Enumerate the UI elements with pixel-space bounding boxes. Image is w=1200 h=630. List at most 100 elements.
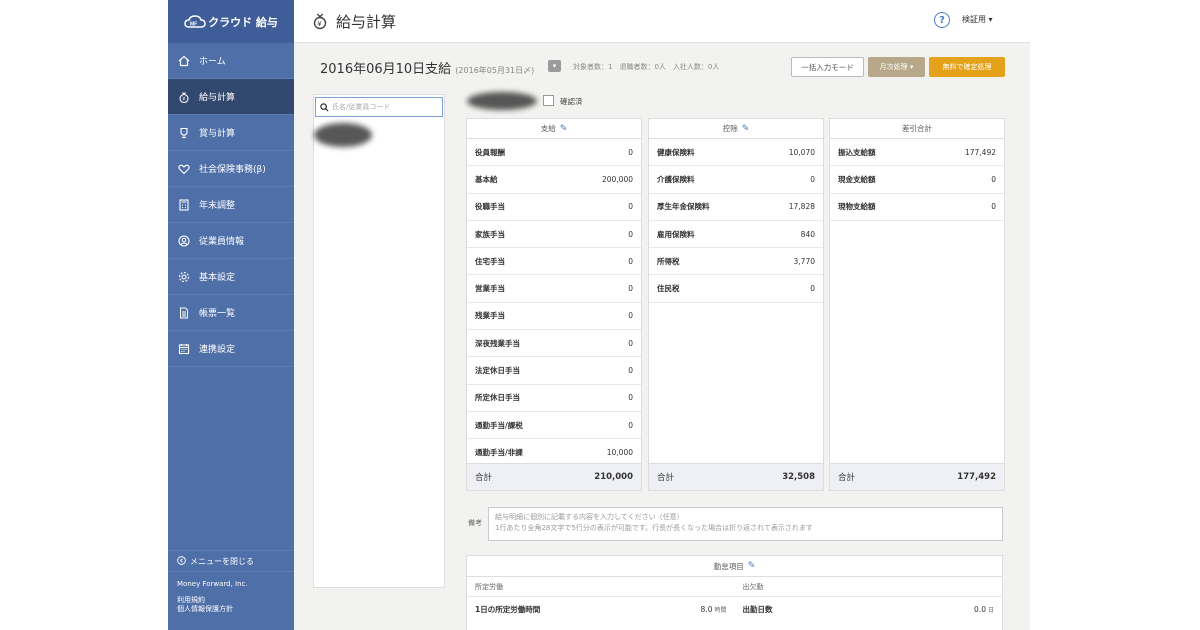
total-label: 合計 xyxy=(657,473,675,483)
table-row[interactable]: 基本給 200,000 xyxy=(467,166,641,194)
svg-text:¥: ¥ xyxy=(182,96,185,102)
confirmed-checkbox[interactable] xyxy=(543,95,554,106)
table-row[interactable]: 家族手当 0 xyxy=(467,221,641,249)
sidebar-item-social-insurance[interactable]: 社会保険事務(β) xyxy=(168,151,294,187)
net-total-table: 差引合計 振込支給額 177,492 現金支給額 0 現物支給額 0 合計 177,4… xyxy=(829,118,1005,491)
row-label: 1日の所定労働時間 xyxy=(475,604,541,614)
row-label: 残業手当 xyxy=(475,311,505,321)
deductions-header: 控除 ✎ xyxy=(649,119,823,139)
logo-text: クラウド 給与 xyxy=(208,15,278,29)
row-label: 現金支給額 xyxy=(838,174,876,184)
table-row[interactable]: 残業手当 0 xyxy=(467,303,641,331)
attendance-cell[interactable]: 出勤日数 0.0 日 xyxy=(735,597,1003,621)
payments-header: 支給 ✎ xyxy=(467,119,641,139)
employee-search-input[interactable]: 氏名/従業員コード xyxy=(315,97,443,117)
row-label: 振込支給額 xyxy=(838,147,876,157)
row-value: 0 xyxy=(628,393,633,403)
row-value: 10,070 xyxy=(788,147,815,157)
terms-link[interactable]: 利用規約 xyxy=(177,596,285,605)
table-row[interactable]: 介護保険料 0 xyxy=(649,166,823,194)
sidebar-item-payroll[interactable]: ¥ 給与計算 xyxy=(168,79,294,115)
deductions-table: 控除 ✎ 健康保険料 10,070 介護保険料 0 厚生年金保険料 17,828 雇用… xyxy=(648,118,824,491)
person-icon xyxy=(177,234,191,248)
app-logo[interactable]: MF クラウド 給与 xyxy=(168,0,294,43)
confirmed-label: 確認済 xyxy=(560,97,583,106)
trophy-icon xyxy=(177,126,191,140)
pencil-icon[interactable]: ✎ xyxy=(742,124,750,134)
period-dropdown-button[interactable]: ▾ xyxy=(548,60,561,72)
pencil-icon[interactable]: ✎ xyxy=(560,124,568,134)
row-value: 0 xyxy=(628,420,633,430)
net-total-row: 合計 177,492 xyxy=(830,463,1004,490)
total-label: 合計 xyxy=(475,473,493,483)
sidebar-item-reports[interactable]: 帳票一覧 xyxy=(168,295,294,331)
sidebar-item-home[interactable]: ホーム xyxy=(168,43,294,79)
table-row[interactable]: 通勤手当/課税 0 xyxy=(467,412,641,440)
privacy-link[interactable]: 個人情報保護方針 xyxy=(177,605,285,614)
confirm-process-button[interactable]: 無料で確定処理 xyxy=(929,57,1005,77)
table-row[interactable]: 住民税 0 xyxy=(649,275,823,303)
pencil-icon[interactable]: ✎ xyxy=(748,561,756,571)
remarks-textarea[interactable]: 給与明細に個別に記載する内容を入力してください（任意） 1行あたり全角28文字で… xyxy=(488,507,1003,541)
row-label: 通勤手当/課税 xyxy=(475,420,523,430)
payments-title: 支給 xyxy=(540,124,556,133)
table-row[interactable]: 健康保険料 10,070 xyxy=(649,139,823,167)
payday-title: 2016年06月10日支給 (2016年05月31日〆) xyxy=(320,58,534,77)
monthly-process-dropdown[interactable]: 月次処理 ▾ xyxy=(868,57,925,77)
deductions-title: 控除 xyxy=(722,124,738,133)
search-icon xyxy=(320,102,329,112)
employee-list-item-redacted[interactable] xyxy=(314,123,372,147)
row-value: 10,000 xyxy=(606,447,633,457)
attendance-subheader: 所定労働 出欠勤 xyxy=(467,577,1002,597)
table-row[interactable]: 役職手当 0 xyxy=(467,194,641,221)
user-menu[interactable]: 検証用 ▾ xyxy=(962,14,993,25)
payments-table: 支給 ✎ 役員報酬 0 基本給 200,000 役職手当 0 家族手当 0 住宅手当 0 … xyxy=(466,118,642,491)
row-value: 0 xyxy=(810,174,815,184)
table-row: 振込支給額 177,492 xyxy=(830,139,1004,167)
close-menu-button[interactable]: メニューを閉じる xyxy=(168,550,294,572)
row-label: 深夜残業手当 xyxy=(475,338,520,348)
row-value: 0 xyxy=(628,311,633,321)
table-row[interactable]: 深夜残業手当 0 xyxy=(467,330,641,358)
sidebar-item-year-end[interactable]: 年末調整 xyxy=(168,187,294,223)
sidebar-item-bonus[interactable]: 賞与計算 xyxy=(168,115,294,151)
total-value: 32,508 xyxy=(782,472,815,482)
row-value: 0 xyxy=(628,338,633,348)
remarks-placeholder-line2: 1行あたり全角28文字で5行分の表示が可能です。行長が長くなった場合は折り返され… xyxy=(495,524,813,532)
sidebar-item-settings[interactable]: 基本設定 xyxy=(168,259,294,295)
table-row[interactable]: 雇用保険料 840 xyxy=(649,221,823,249)
row-label: 健康保険料 xyxy=(657,147,695,157)
sidebar-item-label: 従業員情報 xyxy=(199,237,245,247)
row-value: 0 xyxy=(628,202,633,212)
heart-icon xyxy=(177,162,191,176)
sidebar-item-label: 年末調整 xyxy=(199,201,236,211)
table-row[interactable]: 所得税 3,770 xyxy=(649,248,823,276)
close-menu-label: メニューを閉じる xyxy=(190,556,254,566)
row-label: 所定休日手当 xyxy=(475,393,520,403)
table-row[interactable]: 法定休日手当 0 xyxy=(467,357,641,385)
money-bag-icon: ¥ xyxy=(312,12,328,30)
help-icon[interactable]: ? xyxy=(934,12,950,28)
sidebar-item-label: 給与計算 xyxy=(199,93,236,103)
attendance-table: 勤怠項目 ✎ 所定労働 出欠勤 1日の所定労働時間 8.0 時間 出勤日数 0.0… xyxy=(466,555,1003,630)
row-value: 0 xyxy=(628,147,633,157)
net-header: 差引合計 xyxy=(830,119,1004,139)
row-label: 役員報酬 xyxy=(475,147,505,157)
employee-list-panel: 氏名/従業員コード xyxy=(313,94,445,588)
row-label: 営業手当 xyxy=(475,284,505,294)
table-row[interactable]: 住宅手当 0 xyxy=(467,248,641,276)
table-row[interactable]: 営業手当 0 xyxy=(467,275,641,303)
table-row[interactable]: 厚生年金保険料 17,828 xyxy=(649,194,823,221)
remarks-label: 備考 xyxy=(468,519,482,527)
payments-total-row: 合計 210,000 xyxy=(467,463,641,490)
table-row[interactable]: 役員報酬 0 xyxy=(467,139,641,167)
row-value: 177,492 xyxy=(964,147,996,157)
table-row[interactable]: 所定休日手当 0 xyxy=(467,385,641,412)
sidebar-item-employees[interactable]: 従業員情報 xyxy=(168,223,294,259)
total-value: 177,492 xyxy=(957,472,996,482)
sidebar-item-integration[interactable]: 連携設定 xyxy=(168,331,294,367)
attendance-cell[interactable]: 1日の所定労働時間 8.0 時間 xyxy=(467,597,735,621)
bulk-input-mode-button[interactable]: 一括入力モード xyxy=(791,57,864,77)
calendar-icon xyxy=(177,342,191,356)
sidebar-item-label: 連携設定 xyxy=(199,345,236,355)
